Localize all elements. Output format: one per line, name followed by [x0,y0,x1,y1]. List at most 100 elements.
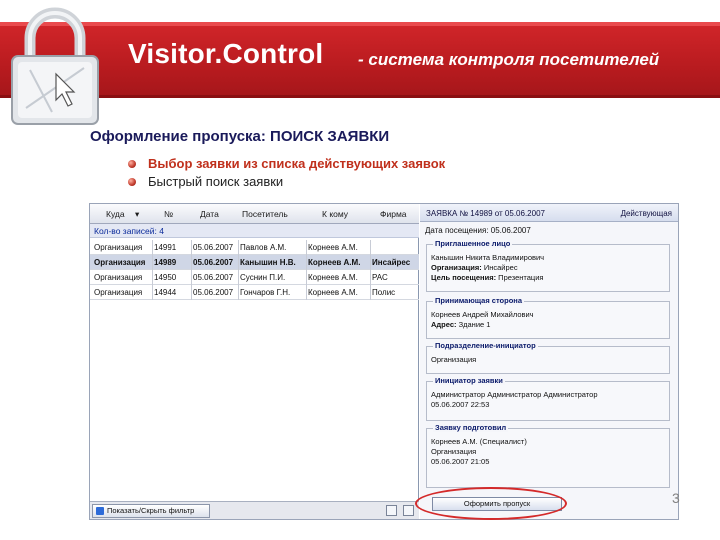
visit-date: Дата посещения: 05.06.2007 [425,226,531,235]
detail-line: 05.06.2007 22:53 [431,400,489,409]
table-cell: Гончаров Г.Н. [240,288,291,297]
requests-grid: Куда ▾ № Дата Посетитель К кому Фирма Ко… [90,204,419,519]
app-title: Visitor.Control [128,38,324,69]
detail-line: Администратор Администратор Администрато… [431,390,598,399]
detail-line-value: Корнеев Андрей Михайлович [431,310,534,319]
detail-line-value: Презентация [498,273,544,282]
grid-toolbar: Показать/Скрыть фильтр [90,501,419,519]
padlock-icon [11,7,99,125]
detail-line: 05.06.2007 21:05 [431,457,489,466]
request-title: ЗАЯВКА № 14989 от 05.06.2007 [426,209,545,218]
page-heading: Оформление пропуска: ПОИСК ЗАЯВКИ [90,128,390,145]
export-icon[interactable] [403,505,414,516]
detail-line-value: Корнеев А.М. (Специалист) [431,437,527,446]
detail-line-value: 05.06.2007 22:53 [431,400,490,409]
table-cell: 14944 [154,288,177,297]
detail-group: Подразделение-инициатор Организация [426,341,670,374]
print-icon[interactable] [386,505,397,516]
table-row[interactable]: Организация 14944 05.06.2007 Гончаров Г.Н. К… [90,285,419,300]
filter-icon [96,507,104,515]
app-subtitle: - система контроля посетителей [358,50,660,69]
detail-line: Корнеев А.М. (Специалист) [431,437,527,446]
detail-line-value: Канышин Никита Владимирович [431,253,545,262]
detail-line: Корнеев Андрей Михайлович [431,310,534,319]
bullet-text: Выбор заявки из списка действующих заяво… [148,156,446,171]
table-cell: Корнеев А.М. [308,288,358,297]
column-header-visitor[interactable]: Посетитель [242,209,288,219]
table-row[interactable]: Организация 14950 05.06.2007 Суснин П.И. Кор… [90,270,419,285]
table-cell: 14989 [154,258,177,267]
detail-line: Канышин Никита Владимирович [431,253,544,262]
slide: Visitor.Control - система контроля посет… [0,0,720,540]
table-cell: Организация [94,273,143,282]
bullet-icon [128,178,136,186]
table-row[interactable]: Организация 14991 05.06.2007 Павлов А.М. Кор… [90,240,419,255]
column-header-host[interactable]: К кому [322,209,348,219]
detail-line: Организация [431,447,476,456]
column-divider [370,255,371,270]
column-header-date[interactable]: Дата [200,209,219,219]
record-count-row: Кол-во записей: 4 [90,224,419,238]
table-cell: 14950 [154,273,177,282]
detail-group-label: Заявку подготовил [433,423,509,432]
request-status: Действующая [620,209,672,218]
bullet-text: Быстрый поиск заявки [148,174,284,189]
detail-line-value: 05.06.2007 21:05 [431,457,490,466]
detail-line-value: Инсайрес [483,263,518,272]
detail-line-label: Цель посещения: [431,273,497,282]
detail-line-label: Адрес: [431,320,457,329]
detail-line: Организация [431,355,476,364]
app-screenshot: Куда ▾ № Дата Посетитель К кому Фирма Ко… [89,203,679,520]
toggle-filter-label: Показать/Скрыть фильтр [107,506,195,515]
page-number: 3 [672,490,680,506]
table-cell: 05.06.2007 [193,258,234,267]
grid-header: Куда ▾ № Дата Посетитель К кому Фирма [90,204,419,224]
detail-group-label: Инициатор заявки [433,376,505,385]
table-cell: Корнеев А.М. [308,243,358,252]
table-row[interactable]: Организация 14989 05.06.2007 Канышин Н.В. Ко… [90,255,419,270]
column-divider [306,240,307,255]
detail-line-value: Администратор Администратор Администрато… [431,390,598,399]
table-cell: Полис [372,288,396,297]
table-cell: 05.06.2007 [193,288,234,297]
detail-line-value: Здание 1 [458,320,491,329]
column-divider [306,255,307,270]
table-cell: Канышин Н.В. [240,258,296,267]
request-detail-header: ЗАЯВКА № 14989 от 05.06.2007 Действующая [420,204,678,222]
column-divider [152,255,153,270]
column-divider [152,285,153,300]
detail-line: Цель посещения: Презентация [431,273,543,282]
table-cell: Организация [94,258,146,267]
column-divider [152,240,153,255]
column-divider [370,270,371,285]
bullet-icon [128,160,136,168]
detail-group: Заявку подготовил Корнеев А.М. (Специалис… [426,423,670,488]
detail-line-value: Организация [431,447,477,456]
table-cell: Суснин П.И. [240,273,286,282]
table-cell: Организация [94,243,143,252]
column-header-where[interactable]: Куда [106,209,125,219]
column-divider [306,270,307,285]
column-divider [370,285,371,300]
detail-group: Приглашенное лицо Канышин Никита Владимир… [426,239,670,292]
toggle-filter-button[interactable]: Показать/Скрыть фильтр [92,504,210,518]
detail-group: Принимающая сторона Корнеев Андрей Михайл… [426,296,670,339]
table-cell: Организация [94,288,143,297]
sort-indicator-icon: ▾ [135,209,140,219]
table-cell: 05.06.2007 [193,273,234,282]
request-detail-panel: ЗАЯВКА № 14989 от 05.06.2007 Действующая… [420,204,678,519]
table-cell: Инсайрес [372,258,411,267]
highlight-ellipse [415,487,567,520]
column-header-number[interactable]: № [164,209,173,219]
table-cell: Корнеев А.М. [308,273,358,282]
column-header-company[interactable]: Фирма [380,209,407,219]
column-divider [306,285,307,300]
detail-group-label: Подразделение-инициатор [433,341,538,350]
detail-line: Адрес: Здание 1 [431,320,490,329]
table-cell: РАС [372,273,388,282]
detail-group: Инициатор заявки Администратор Администра… [426,376,670,421]
table-cell: 05.06.2007 [193,243,234,252]
detail-line-value: Организация [431,355,477,364]
detail-line-label: Организация: [431,263,482,272]
detail-group-label: Приглашенное лицо [433,239,513,248]
